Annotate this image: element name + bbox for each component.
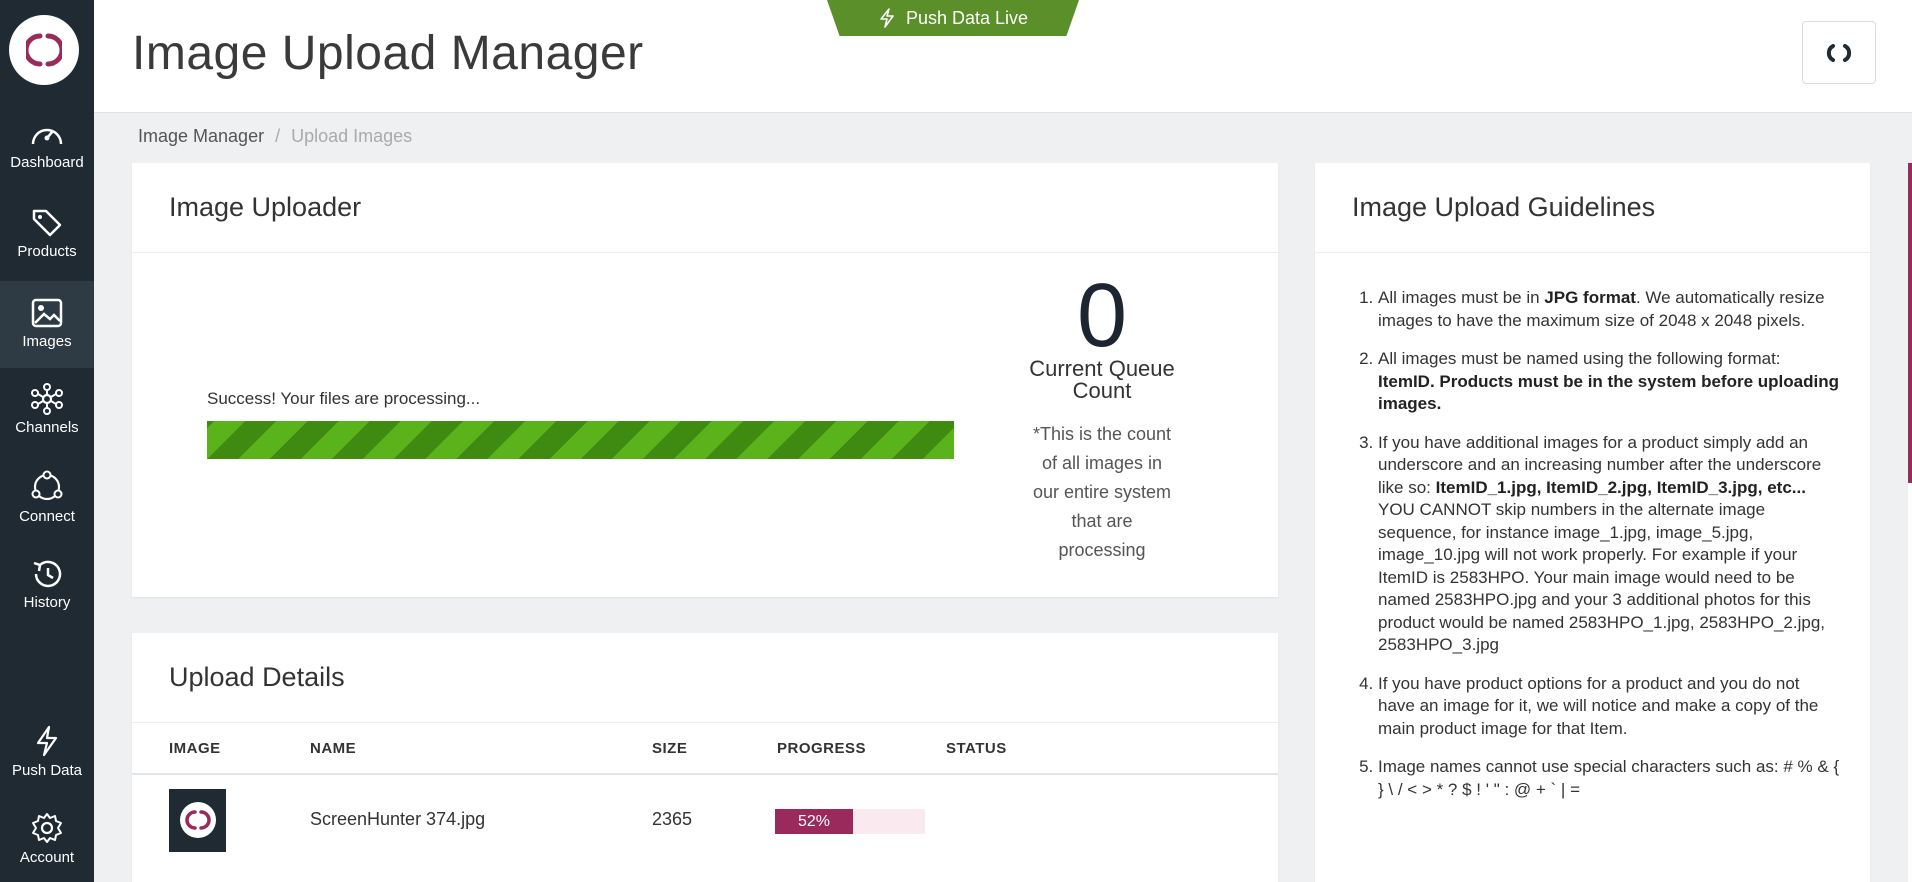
sidebar-item-history[interactable]: History xyxy=(0,558,94,643)
header-logo-button[interactable] xyxy=(1802,21,1876,84)
column-header-name: NAME xyxy=(310,740,357,757)
queue-count-note: *This is the count of all images in our … xyxy=(1032,424,1172,560)
image-thumbnail xyxy=(169,789,226,852)
file-progress-fill: 52% xyxy=(775,809,853,834)
bolt-icon xyxy=(880,8,894,28)
sidebar-item-label: Channels xyxy=(15,419,79,436)
sidebar-item-label: Products xyxy=(17,243,77,260)
gear-icon xyxy=(32,813,62,843)
table-header: IMAGE NAME SIZE PROGRESS STATUS xyxy=(132,723,1278,775)
guideline-item: If you have additional images for a prod… xyxy=(1378,432,1840,657)
bolt-icon xyxy=(36,725,58,757)
sidebar-item-account[interactable]: Account xyxy=(0,811,94,882)
file-size: 2365 xyxy=(652,809,693,829)
tag-icon xyxy=(32,209,62,237)
table-row: ScreenHunter 374.jpg 2365 52% xyxy=(132,781,1278,861)
sidebar-item-push-data[interactable]: Push Data xyxy=(0,724,94,809)
cycle-icon xyxy=(31,470,63,501)
sidebar-item-connect[interactable]: Connect xyxy=(0,470,94,555)
sidebar-item-label: Account xyxy=(19,849,75,866)
card-title: Image Upload Guidelines xyxy=(1315,163,1870,253)
scrollbar-thumb[interactable] xyxy=(1908,163,1912,483)
logo-icon xyxy=(185,810,211,830)
breadcrumb: Image Manager / Upload Images xyxy=(138,126,412,147)
sidebar-item-channels[interactable]: Channels xyxy=(0,383,94,468)
sidebar-item-images[interactable]: Images xyxy=(0,281,94,368)
upload-progress-bar xyxy=(207,421,954,459)
app-logo[interactable] xyxy=(9,15,79,85)
logo-icon xyxy=(26,33,62,67)
sidebar-item-label: History xyxy=(23,594,71,611)
upload-status-message: Success! Your files are processing... xyxy=(207,389,481,408)
queue-count: 0 xyxy=(1076,266,1128,366)
gauge-icon xyxy=(31,128,63,145)
upload-guidelines-card: Image Upload Guidelines All images must … xyxy=(1315,163,1870,882)
file-name: ScreenHunter 374.jpg xyxy=(310,809,486,829)
push-data-live-button[interactable]: Push Data Live xyxy=(827,0,1079,36)
image-icon xyxy=(31,298,63,328)
page-title: Image Upload Manager xyxy=(132,27,644,80)
network-icon xyxy=(31,383,63,415)
sidebar-item-label: Images xyxy=(22,333,72,350)
sidebar-item-label: Connect xyxy=(19,508,75,525)
column-header-status: STATUS xyxy=(946,740,1007,757)
sidebar-item-label: Push Data xyxy=(11,762,83,779)
card-title: Upload Details xyxy=(132,633,1278,723)
image-uploader-card: Image Uploader Success! Your files are p… xyxy=(132,163,1278,597)
history-icon xyxy=(33,560,62,588)
card-title: Image Uploader xyxy=(132,163,1278,253)
column-header-image: IMAGE xyxy=(169,740,221,757)
guideline-item: All images must be named using the follo… xyxy=(1378,348,1840,416)
breadcrumb-current: Upload Images xyxy=(291,126,413,146)
column-header-progress: PROGRESS xyxy=(777,740,867,757)
column-header-size: SIZE xyxy=(652,740,688,757)
guideline-item: Image names cannot use special character… xyxy=(1378,756,1840,801)
file-progress-bar: 52% xyxy=(775,809,925,834)
guideline-item: All images must be in JPG format. We aut… xyxy=(1378,287,1840,332)
logo-icon xyxy=(1826,43,1852,62)
sidebar-item-products[interactable]: Products xyxy=(0,207,94,292)
page-header: Image Upload Manager Push Data Live xyxy=(94,0,1912,113)
sidebar: Dashboard Products Images Channels Conne… xyxy=(0,0,94,882)
sidebar-item-dashboard[interactable]: Dashboard xyxy=(0,120,94,205)
upload-details-card: Upload Details IMAGE NAME SIZE PROGRESS … xyxy=(132,633,1278,882)
breadcrumb-parent-link[interactable]: Image Manager xyxy=(138,126,264,146)
queue-count-label: Current Queue Count xyxy=(1029,356,1175,404)
guideline-item: If you have product options for a produc… xyxy=(1378,673,1840,741)
sidebar-item-label: Dashboard xyxy=(10,154,84,171)
push-data-live-label: Push Data Live xyxy=(905,7,1029,28)
breadcrumb-separator: / xyxy=(275,126,281,146)
guidelines-list: All images must be in JPG format. We aut… xyxy=(1378,287,1840,817)
